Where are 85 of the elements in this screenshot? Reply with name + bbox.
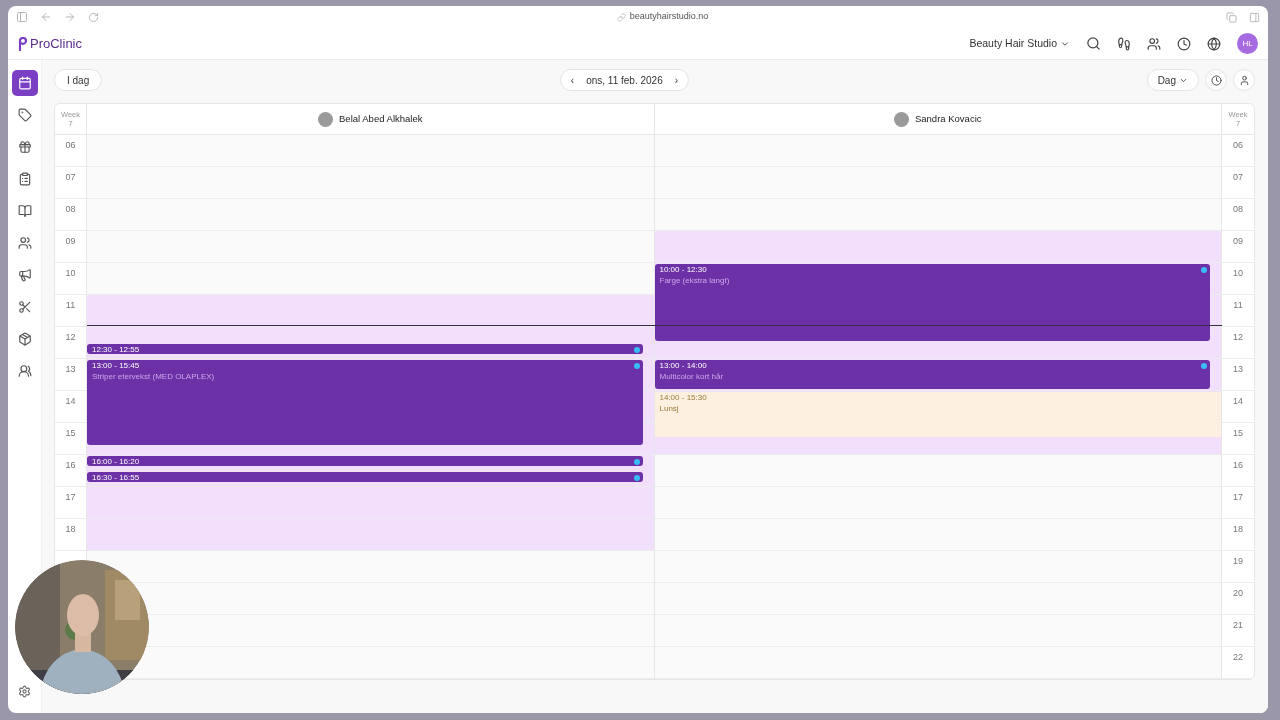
clipboard-icon: [17, 172, 32, 186]
event-time: 14:00 - 15:30: [659, 393, 707, 403]
hour-label: 18: [65, 523, 76, 535]
foot-icon[interactable]: [1117, 36, 1131, 51]
hour-label: 21: [1233, 619, 1243, 631]
gift-icon: [17, 140, 32, 154]
hour-label: 13: [65, 363, 76, 375]
calendar-icon: [17, 76, 32, 90]
event-time: 12:30 - 12:55: [92, 345, 140, 355]
hour-label: 06: [1233, 139, 1243, 151]
search-icon[interactable]: [1086, 36, 1101, 51]
book-icon: [17, 204, 32, 218]
sidebar-toggle-icon[interactable]: [16, 11, 28, 23]
hour-label: 06: [65, 139, 76, 151]
hour-label: 16: [1233, 459, 1243, 471]
hour-label: 15: [65, 427, 76, 439]
hour-label: 12: [65, 331, 76, 343]
studio-selector[interactable]: Beauty Hair Studio: [969, 35, 1070, 52]
hour-label: 08: [1233, 203, 1243, 215]
event-time: 13:00 - 15:45: [92, 361, 140, 371]
tag-icon: [17, 108, 32, 122]
appointment-block[interactable]: 12:30 - 12:55: [87, 344, 643, 355]
hour-label: 14: [65, 395, 76, 407]
event-time: 16:30 - 16:55: [92, 473, 140, 483]
appointment-block[interactable]: 13:00 - 14:00 Multicolor kort hår: [654, 360, 1210, 389]
hour-label: 16: [65, 459, 76, 471]
appointment-block[interactable]: 16:00 - 16:20: [87, 456, 643, 466]
megaphone-icon: [17, 268, 32, 282]
address-bar[interactable]: beautyhairstudio.no: [629, 10, 709, 24]
hour-label: 12: [1233, 331, 1243, 343]
link-icon: [616, 12, 626, 22]
break-block[interactable]: 14:00 - 15:30 Lunsj: [654, 392, 1221, 437]
hour-label: 15: [1233, 427, 1243, 439]
scissors-icon: [17, 300, 32, 314]
sidebar-item[interactable]: [11, 70, 38, 96]
staff-name[interactable]: Sandra Kovacic: [914, 111, 982, 127]
today-button[interactable]: I dag: [54, 69, 103, 91]
appointment-block[interactable]: 13:00 - 15:45 Striper etervekst (MED OLAPLEX): [87, 360, 643, 445]
globe-icon[interactable]: [1207, 36, 1221, 51]
staff-avatar: [893, 111, 909, 127]
settings-icon[interactable]: [18, 685, 31, 698]
people-icon: [17, 236, 32, 250]
logo-text[interactable]: ProClinic: [30, 33, 82, 54]
event-time: 16:00 - 16:20: [92, 457, 140, 467]
event-title: Striper etervekst (MED OLAPLEX): [92, 371, 215, 383]
event-time: 13:00 - 14:00: [659, 361, 707, 371]
clock-button[interactable]: [1205, 69, 1227, 91]
hour-label: 11: [65, 299, 76, 311]
user-button[interactable]: [1233, 69, 1255, 91]
hour-label: 09: [1233, 235, 1243, 247]
event-title: Multicolor kort hår: [659, 371, 724, 383]
hour-label: 19: [1233, 555, 1243, 567]
hour-label: 20: [1233, 587, 1243, 599]
hour-label: 10: [65, 267, 76, 279]
event-time: 10:00 - 12:30: [659, 265, 707, 275]
hour-label: 14: [1233, 395, 1243, 407]
hour-label: 18: [1233, 523, 1243, 535]
hour-label: 22: [1233, 651, 1243, 663]
hour-label: 11: [1233, 299, 1243, 311]
users-icon: [17, 364, 32, 378]
hour-label: 07: [1233, 171, 1243, 183]
event-title: Lunsj: [659, 403, 679, 415]
person-icon: [1238, 74, 1250, 86]
hour-label: 07: [65, 171, 76, 183]
hour-label: 13: [1233, 363, 1243, 375]
hour-label: 17: [65, 491, 76, 503]
package-icon: [17, 332, 32, 346]
appointment-block[interactable]: 16:30 - 16:55: [87, 472, 643, 483]
appointment-block[interactable]: 10:00 - 12:30 Farge (ekstra langt): [654, 264, 1210, 341]
next-day-button[interactable]: ›: [672, 72, 681, 88]
staff-avatar: [318, 111, 333, 127]
view-selector[interactable]: Dag: [1146, 69, 1199, 91]
hour-label: 10: [1233, 267, 1243, 279]
current-date: ons, 11 feb. 2026: [586, 73, 663, 88]
clock-icon: [1210, 74, 1222, 86]
hour-label: 08: [65, 203, 76, 215]
people-icon[interactable]: [1147, 36, 1161, 51]
logo-icon: [18, 36, 28, 51]
previous-day-button[interactable]: ‹: [568, 72, 577, 88]
hour-label: 17: [1233, 491, 1243, 503]
hour-label: 09: [65, 235, 76, 247]
clock-icon[interactable]: [1177, 36, 1191, 51]
event-title: Farge (ekstra langt): [659, 275, 730, 287]
staff-name[interactable]: Belal Abed Alkhalek: [339, 111, 423, 127]
user-avatar[interactable]: HL: [1237, 33, 1258, 54]
